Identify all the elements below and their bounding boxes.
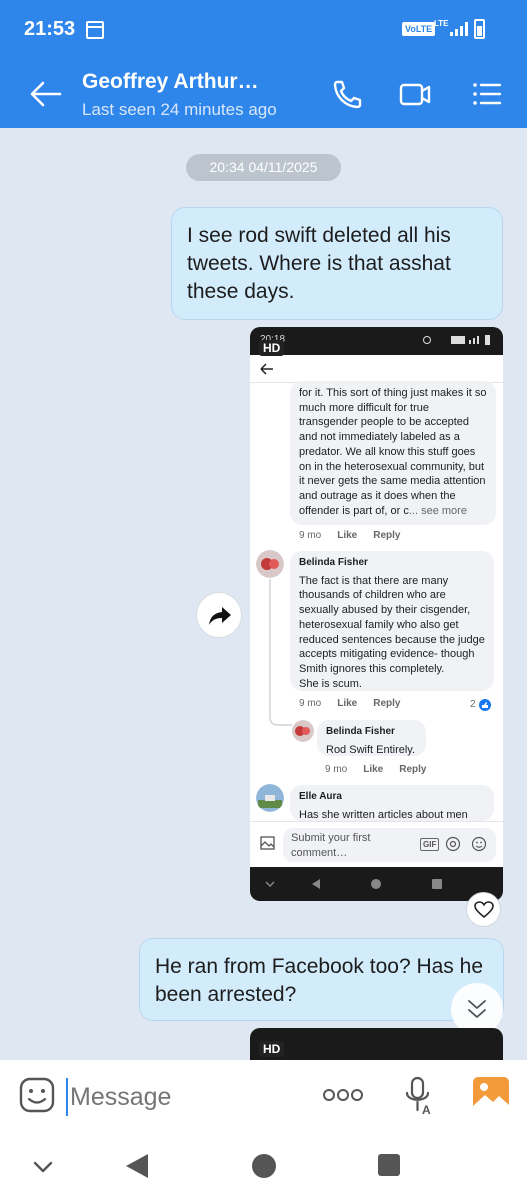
fb-comment-card: for it. This sort of thing just makes it… (290, 381, 496, 525)
fb-comment-author: Belinda Fisher (299, 557, 368, 568)
fb-like-link: Like (363, 764, 384, 775)
embedded-nav-bar (250, 355, 503, 383)
status-time: 21:53 (24, 18, 76, 40)
heart-icon (474, 901, 494, 919)
fb-comment-card: Elle Aura Has she written articles about… (290, 785, 494, 821)
fb-comment-age: 9 mo (299, 698, 322, 709)
fb-comment-card: Belinda Fisher Rod Swift Entirely. (317, 720, 426, 756)
embedded-back-arrow-icon (260, 363, 273, 375)
fb-see-more-link: ... see more (408, 504, 467, 517)
fb-like-reaction-icon (479, 699, 491, 711)
voice-microphone-icon[interactable]: A (404, 1076, 434, 1116)
fb-avatar (292, 720, 314, 742)
fb-comment-meta: 9 mo Like Reply (299, 698, 416, 709)
fb-avatar (256, 550, 284, 578)
message-composer: A (0, 1060, 527, 1134)
fb-like-link: Like (337, 530, 358, 541)
more-options-icon[interactable] (322, 1088, 364, 1102)
fb-comment-age: 9 mo (299, 530, 322, 541)
embedded-nav-icons (265, 879, 442, 889)
outgoing-message-bubble[interactable]: He ran from Facebook too? Has he been ar… (139, 938, 504, 1021)
embedded-comment-input: Submit your first comment… GIF (283, 828, 496, 862)
forward-arrow-icon (209, 607, 231, 625)
chat-header: Geoffrey Arthur… Last seen 24 minutes ag… (0, 60, 527, 128)
fb-comment-text-2: She is scum. (299, 677, 362, 690)
fb-reply-link: Reply (373, 698, 401, 709)
fb-comment-text: The fact is that there are many thousand… (299, 574, 485, 675)
fb-comment-meta: 9 mo Like Reply (299, 530, 416, 541)
image-message[interactable] (250, 1028, 503, 1060)
like-reaction-button[interactable] (466, 892, 501, 927)
video-call-icon[interactable] (398, 78, 432, 110)
last-seen-status: Last seen 24 minutes ago (82, 100, 277, 119)
hd-badge: HD (259, 340, 285, 356)
outgoing-message-bubble[interactable]: I see rod swift deleted all his tweets. … (171, 207, 503, 320)
fb-avatar (256, 784, 284, 812)
fb-thread-line (269, 579, 292, 726)
volte-badge: VoLTE (402, 22, 436, 36)
forward-button[interactable] (196, 592, 242, 638)
image-message[interactable]: 20:18 for it. This sort of thing just ma… (250, 327, 503, 901)
fb-comment-meta: 9 mo Like Reply (325, 764, 442, 775)
fb-comment-card: Belinda Fisher The fact is that there ar… (290, 551, 494, 691)
menu-list-icon[interactable] (470, 78, 504, 110)
fb-reply-link: Reply (373, 530, 401, 541)
lte-label: LTE (434, 19, 449, 28)
sticker-emoji-icon[interactable] (18, 1076, 56, 1114)
embedded-gif-icon: GIF (420, 838, 440, 851)
fb-comment-text: Has she written articles about men (299, 808, 468, 821)
svg-text:A: A (422, 1103, 431, 1116)
fb-comment-text: Rod Swift Entirely. (326, 743, 416, 756)
phone-call-icon[interactable] (330, 78, 364, 110)
date-chip: 20:34 04/11/2025 (186, 154, 341, 181)
nav-back-triangle-icon[interactable] (124, 1152, 150, 1180)
signal-icon (450, 22, 468, 36)
nav-recents-square-icon[interactable] (377, 1153, 401, 1177)
contact-name[interactable]: Geoffrey Arthur… (82, 70, 259, 94)
fb-comment-age: 9 mo (325, 764, 348, 775)
fb-comment-author: Elle Aura (299, 791, 342, 802)
embedded-comment-placeholder: Submit your first comment… (291, 832, 371, 859)
embedded-mention-icon (445, 836, 461, 852)
embedded-status-icons (423, 335, 490, 345)
embedded-emoji-icon (471, 836, 487, 852)
chevron-down-icon[interactable] (32, 1160, 54, 1174)
fb-comment-author: Belinda Fisher (326, 726, 395, 737)
gallery-image-icon[interactable] (472, 1076, 510, 1112)
embedded-photo-icon (260, 836, 275, 850)
embedded-comment-composer: Submit your first comment… GIF (250, 821, 503, 865)
status-bar: 21:53 VoLTE LTE (0, 0, 527, 60)
hd-badge: HD (259, 1041, 285, 1057)
fb-like-link: Like (337, 698, 358, 709)
nav-home-circle-icon[interactable] (250, 1152, 278, 1180)
embedded-system-nav (250, 867, 503, 901)
calendar-icon (86, 21, 104, 39)
fb-reply-link: Reply (399, 764, 427, 775)
fb-reaction-count: 2 (470, 699, 476, 710)
embedded-status-bar: 20:18 (250, 327, 503, 355)
battery-icon (474, 19, 485, 39)
message-input[interactable] (66, 1078, 306, 1116)
back-arrow-icon[interactable] (28, 78, 64, 110)
system-navigation-bar (0, 1134, 527, 1200)
fb-comment-text: for it. This sort of thing just makes it… (299, 387, 487, 517)
double-chevron-down-icon (468, 1000, 486, 1018)
